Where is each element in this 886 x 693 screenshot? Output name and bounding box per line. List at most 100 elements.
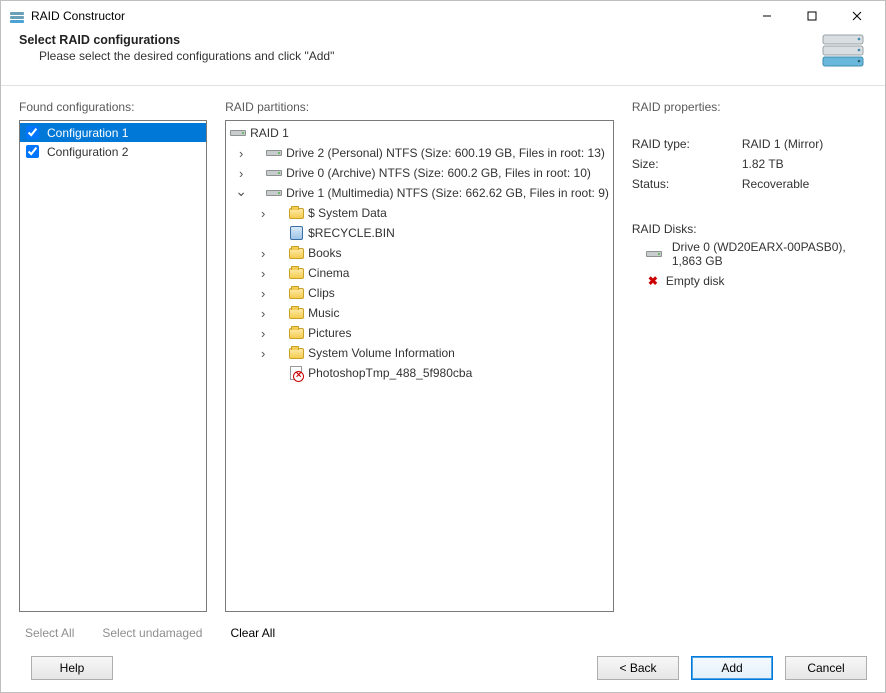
config-label: Configuration 1 bbox=[47, 126, 128, 140]
chevron-right-icon[interactable] bbox=[234, 166, 248, 180]
config-label: Configuration 2 bbox=[47, 145, 128, 159]
wizard-footer: Help < Back Add Cancel bbox=[1, 646, 885, 692]
cancel-button[interactable]: Cancel bbox=[785, 656, 867, 680]
window-title-text: RAID Constructor bbox=[31, 9, 125, 23]
hdd-icon bbox=[266, 145, 282, 161]
app-icon bbox=[9, 8, 25, 24]
raid-disks-label: RAID Disks: bbox=[632, 222, 867, 236]
raid-properties-label: RAID properties: bbox=[632, 100, 867, 120]
tree-folder-label: $ System Data bbox=[308, 206, 387, 220]
minimize-button[interactable] bbox=[744, 2, 789, 31]
raid-partitions-column: RAID partitions: RAID 1 Drive 2 (Persona… bbox=[225, 100, 614, 612]
hdd-icon bbox=[646, 246, 662, 262]
chevron-right-icon[interactable] bbox=[256, 326, 270, 340]
folder-icon bbox=[288, 325, 304, 341]
raid-properties-column: RAID properties: RAID type:RAID 1 (Mirro… bbox=[632, 100, 867, 612]
prop-value: 1.82 TB bbox=[742, 157, 867, 171]
folder-icon bbox=[288, 345, 304, 361]
chevron-right-icon[interactable] bbox=[256, 286, 270, 300]
tree-folder-label: $RECYCLE.BIN bbox=[308, 226, 395, 240]
chevron-right-icon[interactable] bbox=[256, 346, 270, 360]
tree-folder[interactable]: Books bbox=[230, 243, 609, 263]
prop-key: Status: bbox=[632, 177, 742, 191]
disks-stack-icon bbox=[819, 33, 867, 73]
tree-folder[interactable]: Cinema bbox=[230, 263, 609, 283]
clear-all-link[interactable]: Clear All bbox=[230, 626, 275, 640]
tree-folder-label: Pictures bbox=[308, 326, 351, 340]
chevron-down-icon[interactable] bbox=[234, 186, 248, 200]
hdd-icon bbox=[266, 185, 282, 201]
raid-partitions-tree[interactable]: RAID 1 Drive 2 (Personal) NTFS (Size: 60… bbox=[225, 120, 614, 612]
found-configs-list[interactable]: Configuration 1 Configuration 2 bbox=[19, 120, 207, 612]
folder-icon bbox=[288, 285, 304, 301]
tree-root[interactable]: RAID 1 bbox=[230, 123, 609, 143]
prop-value: RAID 1 (Mirror) bbox=[742, 137, 867, 151]
tree-folder-label: Cinema bbox=[308, 266, 349, 280]
back-button[interactable]: < Back bbox=[597, 656, 679, 680]
content-area: Found configurations: Configuration 1 Co… bbox=[1, 86, 885, 620]
folder-icon bbox=[288, 205, 304, 221]
prop-key: RAID type: bbox=[632, 137, 742, 151]
wizard-description: Please select the desired configurations… bbox=[19, 47, 807, 63]
prop-key: Size: bbox=[632, 157, 742, 171]
tree-drive-label: Drive 2 (Personal) NTFS (Size: 600.19 GB… bbox=[286, 146, 605, 160]
config-checkbox[interactable] bbox=[26, 145, 39, 158]
tree-drive-expanded[interactable]: Drive 1 (Multimedia) NTFS (Size: 662.62 … bbox=[230, 183, 609, 203]
tree-folder-label: Books bbox=[308, 246, 341, 260]
raid-properties-table: RAID type:RAID 1 (Mirror) Size:1.82 TB S… bbox=[632, 134, 867, 194]
raid-disk-label: Empty disk bbox=[666, 274, 725, 288]
tree-drive[interactable]: Drive 2 (Personal) NTFS (Size: 600.19 GB… bbox=[230, 143, 609, 163]
tree-folder[interactable]: System Volume Information bbox=[230, 343, 609, 363]
tree-drive-label: Drive 1 (Multimedia) NTFS (Size: 662.62 … bbox=[286, 186, 609, 200]
tree-folder-label: Music bbox=[308, 306, 339, 320]
close-button[interactable] bbox=[834, 2, 879, 31]
tree-file-label: PhotoshopTmp_488_5f980cba bbox=[308, 366, 472, 380]
config-checkbox[interactable] bbox=[26, 126, 39, 139]
raid-partitions-label: RAID partitions: bbox=[225, 100, 614, 120]
prop-value: Recoverable bbox=[742, 177, 867, 191]
hdd-icon bbox=[266, 165, 282, 181]
folder-icon bbox=[288, 305, 304, 321]
window-controls bbox=[744, 2, 879, 31]
tree-folder[interactable]: Clips bbox=[230, 283, 609, 303]
tree-folder[interactable]: Pictures bbox=[230, 323, 609, 343]
found-configs-label: Found configurations: bbox=[19, 100, 207, 120]
config-item-2[interactable]: Configuration 2 bbox=[20, 142, 206, 161]
tree-file[interactable]: PhotoshopTmp_488_5f980cba bbox=[230, 363, 609, 383]
select-undamaged-link[interactable]: Select undamaged bbox=[102, 626, 202, 640]
tree-folder[interactable]: $ System Data bbox=[230, 203, 609, 223]
titlebar[interactable]: RAID Constructor bbox=[1, 1, 885, 31]
window-title: RAID Constructor bbox=[9, 8, 744, 24]
chevron-right-icon[interactable] bbox=[234, 146, 248, 160]
raid-disk-item: Drive 0 (WD20EARX-00PASB0), 1,863 GB bbox=[632, 236, 867, 270]
raid-disk-label: Drive 0 (WD20EARX-00PASB0), 1,863 GB bbox=[672, 240, 867, 268]
chevron-right-icon[interactable] bbox=[256, 306, 270, 320]
maximize-button[interactable] bbox=[789, 2, 834, 31]
chevron-right-icon[interactable] bbox=[256, 266, 270, 280]
add-button[interactable]: Add bbox=[691, 656, 773, 680]
tree-folder[interactable]: $RECYCLE.BIN bbox=[230, 223, 609, 243]
tree-drive-label: Drive 0 (Archive) NTFS (Size: 600.2 GB, … bbox=[286, 166, 591, 180]
config-item-1[interactable]: Configuration 1 bbox=[20, 123, 206, 142]
chevron-right-icon[interactable] bbox=[256, 246, 270, 260]
help-button[interactable]: Help bbox=[31, 656, 113, 680]
tree-drive[interactable]: Drive 0 (Archive) NTFS (Size: 600.2 GB, … bbox=[230, 163, 609, 183]
select-all-link[interactable]: Select All bbox=[25, 626, 74, 640]
wizard-title: Select RAID configurations bbox=[19, 33, 807, 47]
disk-missing-icon: ✖ bbox=[646, 274, 660, 288]
folder-icon bbox=[288, 265, 304, 281]
tree-root-label: RAID 1 bbox=[250, 126, 289, 140]
raid-disk-item-empty: ✖ Empty disk bbox=[632, 270, 867, 290]
app-window: RAID Constructor Select RAID configurati… bbox=[0, 0, 886, 693]
file-error-icon bbox=[288, 365, 304, 381]
found-configs-column: Found configurations: Configuration 1 Co… bbox=[19, 100, 207, 612]
folder-icon bbox=[288, 245, 304, 261]
tree-folder[interactable]: Music bbox=[230, 303, 609, 323]
chevron-right-icon[interactable] bbox=[256, 206, 270, 220]
hdd-icon bbox=[230, 125, 246, 141]
tree-folder-label: System Volume Information bbox=[308, 346, 455, 360]
selection-actions: Select All Select undamaged Clear All bbox=[1, 620, 885, 646]
wizard-header: Select RAID configurations Please select… bbox=[1, 31, 885, 86]
recycle-bin-icon bbox=[288, 225, 304, 241]
tree-folder-label: Clips bbox=[308, 286, 335, 300]
